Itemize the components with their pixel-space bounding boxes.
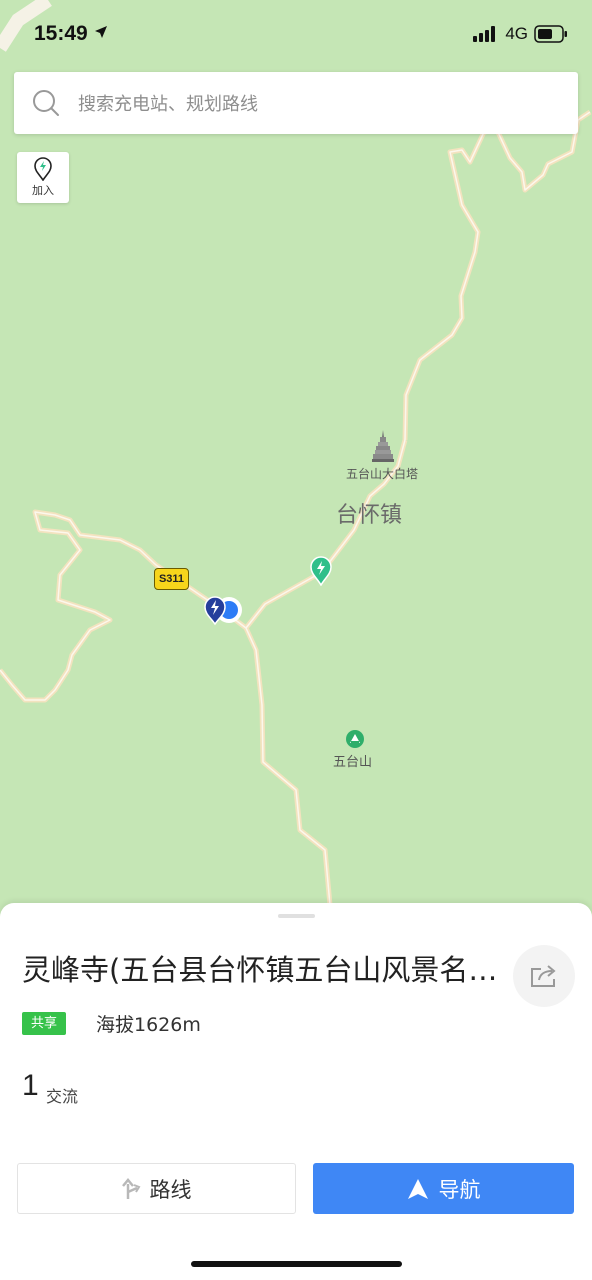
search-input[interactable]: 搜索充电站、规划路线 <box>78 90 258 116</box>
map-roads <box>0 0 592 906</box>
road-shield: S311 <box>154 568 189 590</box>
route-icon <box>121 1177 140 1199</box>
map-view[interactable]: 五台山大白塔 台怀镇 S311 五台山 <box>0 0 592 930</box>
drag-handle[interactable] <box>278 914 315 918</box>
status-bar: 15:49 4G <box>0 0 592 70</box>
search-icon <box>33 90 59 116</box>
battery-icon <box>534 25 567 43</box>
navigate-arrow-icon <box>407 1178 428 1199</box>
route-label: 路线 <box>149 1177 192 1202</box>
location-arrow-icon <box>94 26 107 38</box>
signal-icon <box>473 26 496 42</box>
status-indicators: 4G <box>473 24 568 44</box>
pagoda-icon[interactable] <box>370 428 396 464</box>
status-time-text: 15:49 <box>34 22 88 45</box>
network-label: 4G <box>505 24 528 43</box>
share-button[interactable] <box>513 945 575 1007</box>
add-station-label: 加入 <box>32 184 54 197</box>
poi-pagoda-label[interactable]: 五台山大白塔 <box>346 465 418 482</box>
status-time: 15:49 <box>34 22 108 46</box>
search-bar[interactable]: 搜索充电站、规划路线 <box>14 72 578 134</box>
charging-station-marker[interactable] <box>309 556 333 586</box>
place-title: 灵峰寺(五台县台怀镇五台山风景名… <box>22 953 498 987</box>
place-detail-sheet: 灵峰寺(五台县台怀镇五台山风景名… 共享 海拔1626m 1 交流 路线 导航 <box>0 903 592 1280</box>
home-indicator[interactable] <box>191 1261 402 1267</box>
town-label: 台怀镇 <box>336 503 403 528</box>
share-icon <box>531 965 556 987</box>
add-charger-pin-icon <box>34 157 52 181</box>
mountain-poi-icon[interactable] <box>345 729 365 749</box>
elevation-text: 海拔1626m <box>96 1014 201 1036</box>
charger-type-label: 交流 <box>46 1087 79 1106</box>
add-station-button[interactable]: 加入 <box>17 152 69 203</box>
poi-mountain-label[interactable]: 五台山 <box>333 751 372 770</box>
current-location-marker[interactable] <box>203 595 245 627</box>
share-type-badge: 共享 <box>22 1012 67 1035</box>
route-button[interactable]: 路线 <box>17 1163 296 1214</box>
charger-count: 1 <box>22 1069 39 1102</box>
navigate-label: 导航 <box>438 1177 481 1202</box>
navigate-button[interactable]: 导航 <box>313 1163 574 1214</box>
